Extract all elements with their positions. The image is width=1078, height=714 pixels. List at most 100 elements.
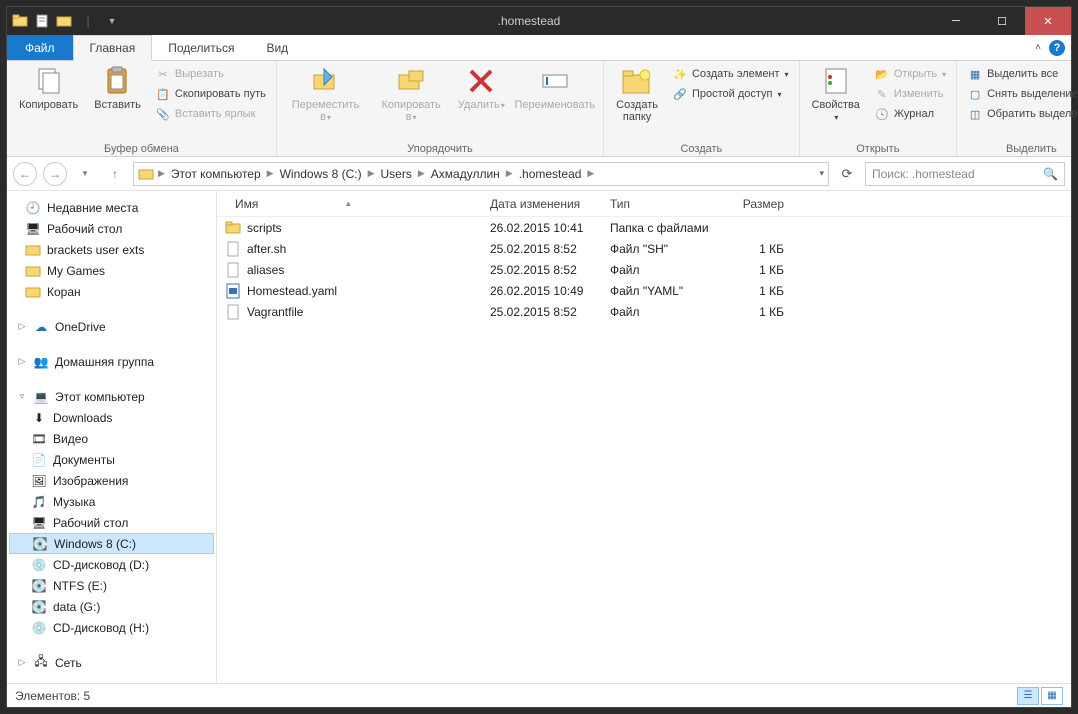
expand-icon[interactable]: ▷ — [17, 657, 27, 668]
sidebar-item-music[interactable]: 🎵Музыка — [7, 491, 216, 512]
chevron-icon[interactable]: ▶ — [416, 168, 427, 179]
easy-access-button[interactable]: 🔗Простой доступ▾ — [668, 85, 793, 103]
new-item-button[interactable]: ✨Создать элемент▾ — [668, 65, 793, 83]
collapse-icon[interactable]: ▿ — [17, 391, 27, 402]
copy-label: Копировать — [19, 99, 78, 111]
file-row[interactable]: after.sh25.02.2015 8:52Файл "SH"1 КБ — [217, 238, 1071, 259]
copy-to-button[interactable]: Копировать в▾ — [372, 63, 450, 125]
breadcrumb[interactable]: .homestead — [517, 167, 584, 181]
file-icon — [225, 304, 241, 320]
open-button[interactable]: 📂Открыть▾ — [870, 65, 950, 83]
sidebar-item-drive-g[interactable]: 💽data (G:) — [7, 596, 216, 617]
forward-button[interactable]: → — [43, 162, 67, 186]
folder-icon — [25, 284, 41, 300]
sidebar-item-onedrive[interactable]: ▷☁OneDrive — [7, 316, 216, 337]
file-row[interactable]: scripts26.02.2015 10:41Папка с файлами — [217, 217, 1071, 238]
invert-selection-button[interactable]: ◫Обратить выделение — [963, 105, 1078, 123]
breadcrumb[interactable]: Users — [379, 167, 414, 181]
rename-button[interactable]: Переименовать — [512, 63, 597, 113]
sidebar-item-pictures[interactable]: 🖼Изображения — [7, 470, 216, 491]
search-box[interactable]: Поиск: .homestead 🔍 — [865, 162, 1065, 186]
easy-access-icon: 🔗 — [672, 86, 688, 102]
select-none-button[interactable]: ▢Снять выделение — [963, 85, 1078, 103]
delete-button[interactable]: Удалить▾ — [454, 63, 508, 113]
column-date[interactable]: Дата изменения — [482, 197, 602, 211]
details-view-button[interactable]: ☰ — [1017, 687, 1039, 705]
refresh-button[interactable]: ⟳ — [835, 162, 859, 186]
qa-dropdown-icon[interactable]: ▼ — [103, 12, 121, 30]
file-row[interactable]: Vagrantfile25.02.2015 8:52Файл1 КБ — [217, 301, 1071, 322]
new-group-label: Создать — [610, 142, 792, 156]
properties-icon[interactable] — [33, 12, 51, 30]
sidebar-item-brackets[interactable]: brackets user exts — [7, 239, 216, 260]
column-size[interactable]: Размер — [722, 197, 792, 211]
cut-button[interactable]: ✂Вырезать — [151, 65, 270, 83]
sidebar-item-desktop[interactable]: 🖥Рабочий стол — [7, 218, 216, 239]
help-icon[interactable]: ? — [1049, 40, 1065, 56]
sidebar-item-recent[interactable]: 🕘Недавние места — [7, 197, 216, 218]
tab-share[interactable]: Поделиться — [152, 35, 250, 60]
chevron-icon[interactable]: ▶ — [585, 168, 596, 179]
chevron-icon[interactable]: ▶ — [504, 168, 515, 179]
history-button[interactable]: 🕓Журнал — [870, 105, 950, 123]
chevron-icon[interactable]: ▶ — [156, 168, 167, 179]
copy-button[interactable]: Копировать — [13, 63, 84, 113]
icons-view-button[interactable]: ▦ — [1041, 687, 1063, 705]
breadcrumb[interactable]: Windows 8 (C:) — [278, 167, 364, 181]
minimize-button[interactable]: ─ — [933, 7, 979, 35]
expand-icon[interactable]: ▷ — [17, 321, 27, 332]
file-name: after.sh — [247, 242, 286, 256]
copy-path-icon: 📋 — [155, 86, 171, 102]
ribbon-group-organize: Переместить в▾ Копировать в▾ Удалить▾ Пе… — [277, 61, 604, 156]
sidebar-item-homegroup[interactable]: ▷👥Домашняя группа — [7, 351, 216, 372]
search-icon[interactable]: 🔍 — [1043, 167, 1058, 181]
sidebar-item-drive-h[interactable]: 💿CD-дисковод (H:) — [7, 617, 216, 638]
sidebar-item-desktop2[interactable]: 🖥Рабочий стол — [7, 512, 216, 533]
edit-button[interactable]: ✎Изменить — [870, 85, 950, 103]
desktop-icon: 🖥 — [25, 221, 41, 237]
sidebar-item-mygames[interactable]: My Games — [7, 260, 216, 281]
search-placeholder: Поиск: .homestead — [872, 167, 975, 181]
sidebar-item-network[interactable]: ▷🖧Сеть — [7, 652, 216, 673]
tab-home[interactable]: Главная — [73, 35, 153, 61]
ribbon-group-open: Свойства▾ 📂Открыть▾ ✎Изменить 🕓Журнал От… — [800, 61, 958, 156]
file-name: aliases — [247, 263, 284, 277]
paste-shortcut-button[interactable]: 📎Вставить ярлык — [151, 105, 270, 123]
sidebar-item-drive-e[interactable]: 💽NTFS (E:) — [7, 575, 216, 596]
back-button[interactable]: ← — [13, 162, 37, 186]
move-to-button[interactable]: Переместить в▾ — [283, 63, 368, 125]
properties-button[interactable]: Свойства▾ — [806, 63, 866, 125]
sidebar-item-drive-d[interactable]: 💿CD-дисковод (D:) — [7, 554, 216, 575]
tab-file[interactable]: Файл — [7, 35, 73, 60]
chevron-icon[interactable]: ▶ — [366, 168, 377, 179]
breadcrumb[interactable]: Этот компьютер — [169, 167, 263, 181]
column-type[interactable]: Тип — [602, 197, 722, 211]
quick-access-toolbar: | ▼ — [7, 12, 125, 30]
navigation-pane[interactable]: 🕘Недавние места 🖥Рабочий стол brackets u… — [7, 191, 217, 683]
sidebar-item-thispc[interactable]: ▿💻Этот компьютер — [7, 386, 216, 407]
address-bar[interactable]: ▶ Этот компьютер ▶ Windows 8 (C:) ▶ User… — [133, 162, 829, 186]
sidebar-item-drive-c[interactable]: 💽Windows 8 (C:) — [9, 533, 214, 554]
expand-icon[interactable]: ▷ — [17, 356, 27, 367]
select-all-button[interactable]: ▦Выделить все — [963, 65, 1078, 83]
chevron-icon[interactable]: ▶ — [265, 168, 276, 179]
sidebar-item-downloads[interactable]: ⬇Downloads — [7, 407, 216, 428]
sidebar-item-videos[interactable]: 🎞Видео — [7, 428, 216, 449]
maximize-button[interactable]: ☐ — [979, 7, 1025, 35]
column-name[interactable]: Имя▲ — [217, 197, 482, 211]
recent-locations-button[interactable]: ▾ — [73, 162, 97, 186]
breadcrumb[interactable]: Ахмадуллин — [429, 167, 502, 181]
copy-path-button[interactable]: 📋Скопировать путь — [151, 85, 270, 103]
file-row[interactable]: aliases25.02.2015 8:52Файл1 КБ — [217, 259, 1071, 280]
paste-button[interactable]: Вставить — [88, 63, 147, 113]
file-row[interactable]: Homestead.yaml26.02.2015 10:49Файл "YAML… — [217, 280, 1071, 301]
up-button[interactable]: ↑ — [103, 162, 127, 186]
ribbon-collapse-icon[interactable]: ˄ — [1035, 42, 1041, 53]
new-folder-icon[interactable] — [55, 12, 73, 30]
new-folder-button[interactable]: Создать папку — [610, 63, 664, 125]
sidebar-item-koran[interactable]: Коран — [7, 281, 216, 302]
close-button[interactable]: ✕ — [1025, 7, 1071, 35]
tab-view[interactable]: Вид — [250, 35, 304, 60]
address-dropdown-icon[interactable]: ▾ — [819, 168, 824, 179]
sidebar-item-documents[interactable]: 📄Документы — [7, 449, 216, 470]
